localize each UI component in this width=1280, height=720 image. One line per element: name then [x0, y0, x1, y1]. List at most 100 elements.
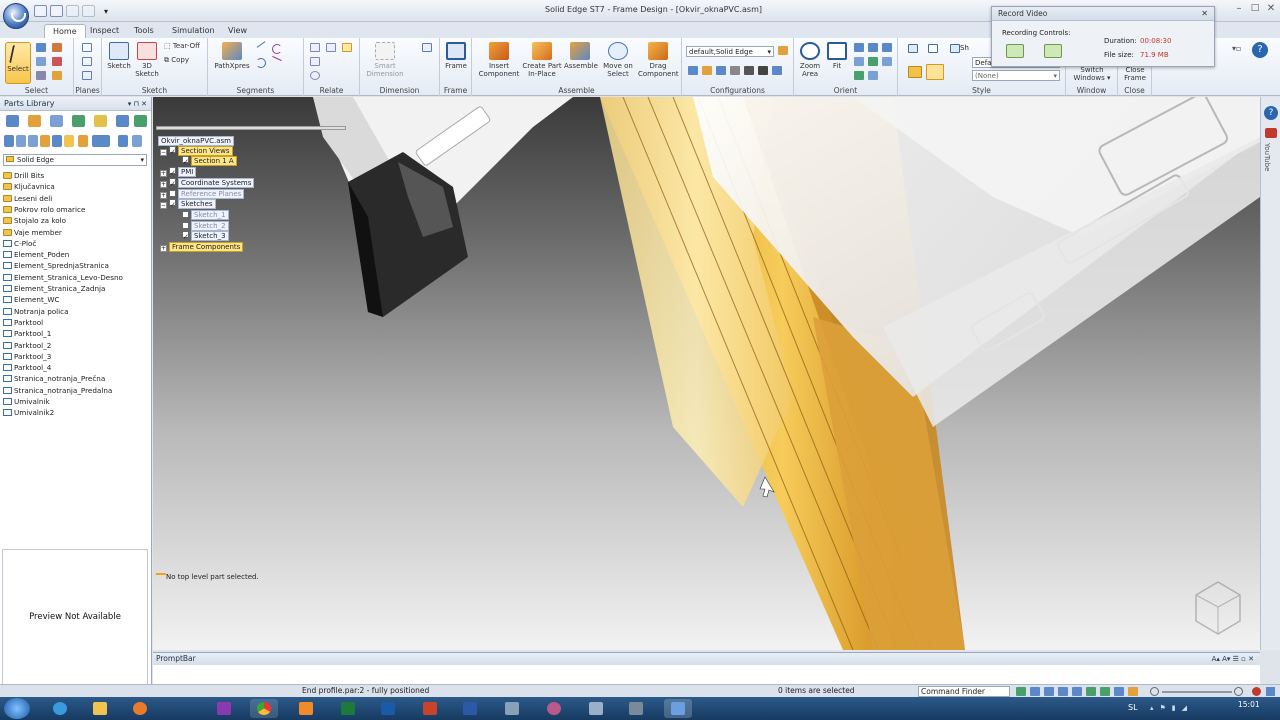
line-icon[interactable]	[256, 41, 266, 48]
config-icon-1[interactable]	[688, 66, 698, 75]
taskbar-app-5[interactable]	[664, 699, 692, 718]
style-cube-icon-2[interactable]	[928, 44, 938, 53]
pf-pmi[interactable]: + ✓ PMI	[160, 167, 197, 177]
quick-access-customize-icon[interactable]: ▾	[104, 7, 108, 16]
select-box-icon[interactable]	[36, 71, 46, 80]
parallel-plane-icon[interactable]	[82, 57, 92, 66]
tab-home[interactable]: Home	[44, 24, 86, 38]
select-button[interactable]: Select	[5, 42, 31, 84]
library-item[interactable]: Parktool_3	[3, 351, 51, 362]
youtube-vertical-label[interactable]: YouTube	[1263, 143, 1271, 171]
library-item[interactable]: Parktool_4	[3, 362, 51, 373]
select-highlight-icon[interactable]	[52, 57, 62, 66]
pf-sketch-1[interactable]: Sketch_1	[182, 210, 229, 220]
help-dropdown[interactable]: ▾▫	[1232, 44, 1248, 57]
config-icon-6[interactable]	[758, 66, 768, 75]
plane-icon[interactable]	[82, 43, 92, 52]
connect-icon[interactable]	[272, 55, 282, 62]
taskbar-app-1[interactable]	[498, 699, 526, 718]
parallel-relate-icon[interactable]	[326, 43, 336, 52]
library-edit-icon[interactable]	[50, 115, 63, 127]
minimize-button[interactable]: –	[1232, 3, 1246, 15]
view-orient-icon-2[interactable]	[868, 57, 878, 66]
panel-controls-icon[interactable]: ▾ ⊓ ✕	[128, 97, 147, 111]
library-folder[interactable]: Pokrov rolo omarice	[3, 204, 85, 215]
horizontal-relate-icon[interactable]	[310, 57, 320, 66]
tab-tools[interactable]: Tools	[126, 24, 162, 38]
save-icon[interactable]	[34, 5, 47, 17]
tray-icons[interactable]: ▴⚑▮◢	[1150, 704, 1220, 713]
pf-sketch-2[interactable]: Sketch_2	[182, 221, 229, 231]
pf-coordinate-systems[interactable]: + ✓ Coordinate Systems	[160, 178, 255, 188]
pf-section-1a[interactable]: ✓ Section 1 A	[182, 156, 237, 166]
stop-recording-button[interactable]	[1044, 44, 1062, 58]
taskbar-onenote[interactable]	[210, 699, 238, 718]
status-orient-icon[interactable]	[1114, 687, 1124, 696]
library-item[interactable]: Stranica_notranja_Prečna	[3, 373, 105, 384]
zoom-out-icon[interactable]	[1150, 687, 1159, 696]
angled-plane-icon[interactable]	[82, 71, 92, 80]
3d-sketch-button[interactable]: 3D Sketch	[134, 42, 160, 78]
pf-sketch-3[interactable]: ✓ Sketch_3	[182, 231, 229, 241]
zoom-area-button[interactable]: Zoom Area	[798, 42, 822, 78]
close-frame-button[interactable]: Close Frame	[1121, 66, 1149, 82]
taskbar-app-2[interactable]	[540, 699, 568, 718]
record-indicator-icon[interactable]	[1252, 687, 1261, 696]
library-view-mode-icon[interactable]	[92, 135, 110, 147]
relationship-handles-icon[interactable]	[342, 43, 352, 52]
library-home-icon[interactable]	[6, 115, 19, 127]
library-item[interactable]: C-Ploč	[3, 238, 36, 249]
start-button[interactable]	[4, 698, 30, 719]
undo-icon[interactable]	[50, 5, 63, 17]
tab-simulation[interactable]: Simulation	[164, 24, 223, 38]
redo-dropdown-icon[interactable]	[82, 5, 95, 17]
status-spin-icon[interactable]	[1100, 687, 1110, 696]
shaded-cube-icon[interactable]	[908, 66, 922, 78]
pause-recording-button[interactable]	[1006, 44, 1024, 58]
drag-component-button[interactable]: Drag Component	[638, 42, 679, 78]
library-nav-icon-7[interactable]	[78, 135, 88, 147]
fit-button[interactable]: Fit	[826, 42, 848, 70]
status-fit-icon[interactable]	[1058, 687, 1068, 696]
library-item[interactable]: Umivalnik2	[3, 407, 54, 418]
close-button[interactable]: ✕	[1264, 3, 1278, 15]
zoom-in-icon[interactable]	[1234, 687, 1243, 696]
tangent-relate-icon[interactable]	[310, 71, 320, 80]
youtube-icon[interactable]	[1265, 128, 1277, 138]
switch-windows-button[interactable]: Switch Windows ▾	[1070, 66, 1114, 82]
taskbar-app-4[interactable]	[622, 699, 650, 718]
library-open-icon[interactable]	[28, 115, 41, 127]
zoom-icon[interactable]	[854, 43, 864, 52]
pf-sketches[interactable]: − ✓ Sketches	[160, 199, 216, 209]
config-icon-2[interactable]	[702, 66, 712, 75]
library-item[interactable]: Notranja polica	[3, 306, 69, 317]
config-icon-5[interactable]	[744, 66, 754, 75]
arc-icon[interactable]	[256, 58, 266, 68]
taskbar-solidedge[interactable]	[292, 699, 320, 718]
style-cube-icon-3[interactable]	[950, 44, 960, 53]
library-item[interactable]: Element_Poden	[3, 249, 69, 260]
tab-inspect[interactable]: Inspect	[82, 24, 127, 38]
angle-dimension-icon[interactable]	[422, 43, 432, 52]
library-folder[interactable]: Leseni deli	[3, 193, 52, 204]
taskbar-excel[interactable]	[334, 699, 362, 718]
config-icon-7[interactable]	[772, 66, 782, 75]
redo-icon[interactable]	[66, 5, 79, 17]
style-dropdown[interactable]: (None) ▾	[972, 70, 1060, 81]
right-help-icon[interactable]: ?	[1264, 106, 1278, 120]
taskbar-ie[interactable]	[46, 699, 74, 718]
status-sketch-view-icon[interactable]	[1128, 687, 1138, 696]
record-video-close-button[interactable]: ✕	[1201, 7, 1208, 21]
frame-button[interactable]: Frame	[443, 42, 469, 70]
status-zoom-icon[interactable]	[1044, 687, 1054, 696]
library-nav-icon-8[interactable]	[118, 135, 128, 147]
view-orient-icon-1[interactable]	[854, 57, 864, 66]
select-priority-icon[interactable]	[52, 71, 62, 80]
taskbar-chrome[interactable]	[250, 699, 278, 718]
insert-component-button[interactable]: Insert Component	[476, 42, 522, 78]
library-nav-icon-1[interactable]	[4, 135, 14, 147]
library-nav-icon-2[interactable]	[16, 135, 26, 147]
smart-dimension-button[interactable]: Smart Dimension	[364, 42, 406, 78]
library-nav-icon-5[interactable]	[52, 135, 62, 147]
config-icon-3[interactable]	[716, 66, 726, 75]
